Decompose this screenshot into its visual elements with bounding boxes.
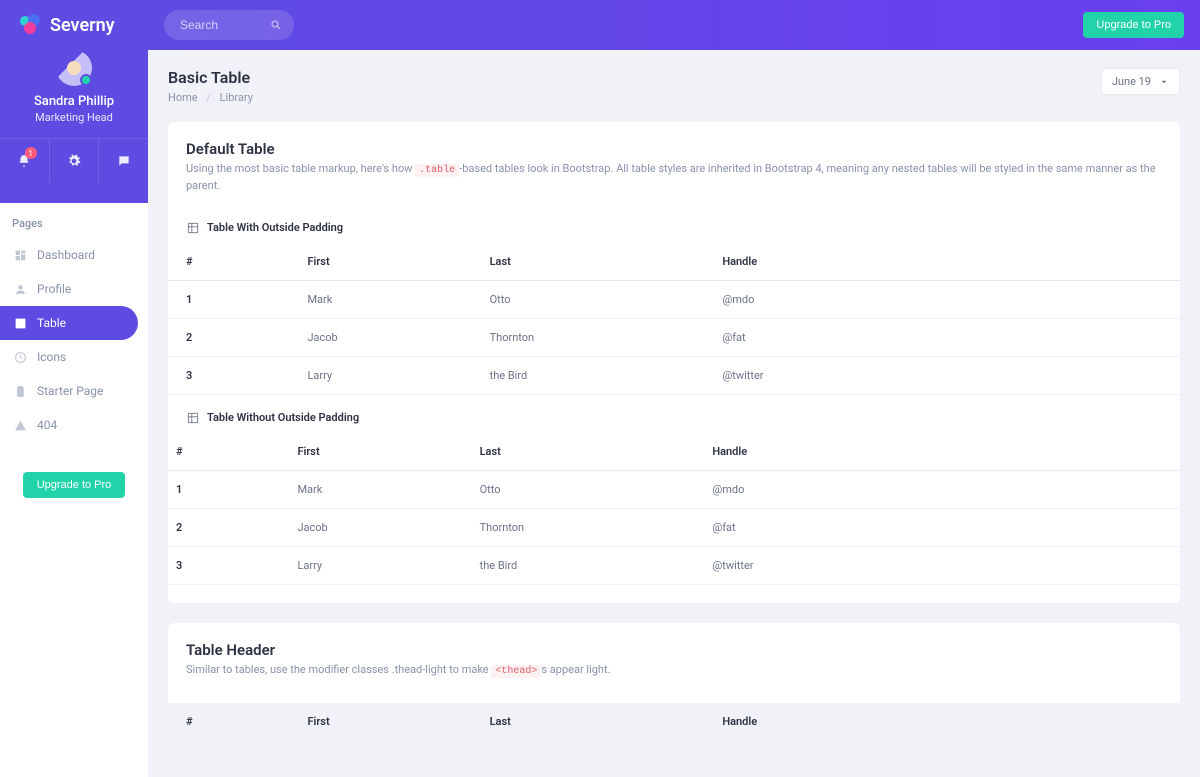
topbar: Upgrade to Pro (148, 0, 1200, 50)
card-description: Using the most basic table markup, here'… (186, 161, 1162, 195)
user-icon (14, 283, 27, 296)
table-row: 3Larrythe Bird@twitter (168, 546, 1180, 584)
chat-icon (117, 154, 131, 168)
sidebar-item-label: Icons (37, 350, 66, 364)
col-header: Handle (704, 243, 1180, 281)
table-without-padding: # First Last Handle 1MarkOtto@mdo 2Jacob… (168, 433, 1180, 585)
brand-name: Severny (50, 15, 115, 36)
card-description: Similar to tables, use the modifier clas… (186, 662, 1162, 679)
col-header: First (289, 703, 471, 740)
user-name: Sandra Phillip (0, 94, 148, 109)
user-role: Marketing Head (0, 111, 148, 124)
col-header: # (168, 243, 289, 281)
sidebar-item-profile[interactable]: Profile (0, 272, 148, 306)
avatar[interactable] (56, 50, 92, 86)
page-title: Basic Table (168, 68, 253, 87)
page-icon (14, 385, 27, 398)
card-title: Table Header (186, 641, 1162, 659)
col-header: # (168, 433, 289, 471)
sidebar-item-label: Starter Page (37, 384, 103, 398)
messages-button[interactable] (99, 139, 148, 183)
upgrade-button-top[interactable]: Upgrade to Pro (1083, 12, 1184, 38)
user-icon-row: 1 (0, 138, 148, 183)
col-header: Last (472, 433, 705, 471)
card-title: Default Table (186, 140, 1162, 158)
col-header: Last (472, 703, 705, 740)
date-picker[interactable]: June 19 (1101, 68, 1180, 95)
dashboard-icon (14, 249, 27, 262)
table-row: 2JacobThornton@fat (168, 318, 1180, 356)
layout-icon (186, 411, 200, 425)
nav-section-label: Pages (0, 203, 148, 238)
table-row: 1MarkOtto@mdo (168, 280, 1180, 318)
layout-icon (186, 221, 200, 235)
col-header: Last (472, 243, 705, 281)
sidebar-item-icons[interactable]: Icons (0, 340, 148, 374)
col-header: First (289, 243, 471, 281)
default-table-card: Default Table Using the most basic table… (168, 122, 1180, 603)
table-with-padding: # First Last Handle 1MarkOtto@mdo 2Jacob… (168, 243, 1180, 395)
notifications-button[interactable]: 1 (0, 139, 50, 183)
col-header: Handle (704, 433, 1180, 471)
sidebar: Severny Sandra Phillip Marketing Head 1 … (0, 0, 148, 777)
table-row: 3Larrythe Bird@twitter (168, 356, 1180, 394)
sidebar-top: Severny Sandra Phillip Marketing Head 1 (0, 0, 148, 203)
breadcrumb-home[interactable]: Home (168, 91, 198, 104)
sidebar-item-starter[interactable]: Starter Page (0, 374, 148, 408)
table-without-padding-heading: Table Without Outside Padding (168, 395, 1180, 433)
sidebar-item-label: Table (37, 316, 66, 330)
warning-icon (14, 419, 27, 432)
date-value: June 19 (1112, 75, 1151, 88)
logo-icon (18, 14, 44, 36)
breadcrumb-library[interactable]: Library (220, 91, 253, 104)
sidebar-item-404[interactable]: 404 (0, 408, 148, 442)
col-header: Handle (704, 703, 1180, 740)
upgrade-button-sidebar[interactable]: Upgrade to Pro (23, 472, 126, 498)
table-row: 2JacobThornton@fat (168, 508, 1180, 546)
notif-badge: 1 (25, 147, 37, 159)
sidebar-item-dashboard[interactable]: Dashboard (0, 238, 148, 272)
sidebar-item-label: Profile (37, 282, 71, 296)
sidebar-item-table[interactable]: Table (0, 306, 138, 340)
sidebar-item-label: Dashboard (37, 248, 95, 262)
table-row: 1MarkOtto@mdo (168, 470, 1180, 508)
table-icon (14, 317, 27, 330)
clock-icon (14, 351, 27, 364)
settings-button[interactable] (50, 139, 100, 183)
table-with-padding-heading: Table With Outside Padding (168, 205, 1180, 243)
brand-logo[interactable]: Severny (0, 14, 148, 50)
sidebar-item-label: 404 (37, 418, 57, 432)
col-header: # (168, 703, 289, 740)
col-header: First (289, 433, 471, 471)
search-icon (270, 19, 282, 31)
table-header-light: # First Last Handle (168, 703, 1180, 740)
table-header-card: Table Header Similar to tables, use the … (168, 623, 1180, 740)
gear-icon (67, 154, 81, 168)
breadcrumb: Home / Library (168, 91, 253, 104)
chevron-down-icon (1159, 77, 1169, 87)
